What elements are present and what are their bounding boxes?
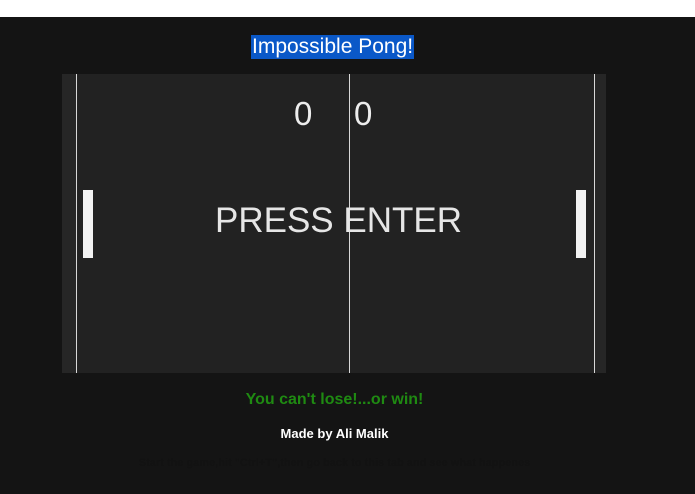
tagline: You can't lose!...or win! xyxy=(245,391,424,408)
author-credit: Made by Ali Malik xyxy=(280,426,389,441)
opponent-score: 0 xyxy=(354,95,373,132)
start-prompt: PRESS ENTER xyxy=(215,201,462,240)
page-title: Impossible Pong! xyxy=(251,35,415,59)
left-paddle xyxy=(83,190,93,258)
game-canvas[interactable]: 0 0 PRESS ENTER xyxy=(62,74,606,373)
player-score: 0 xyxy=(294,95,313,132)
right-paddle xyxy=(576,190,586,258)
page: Impossible Pong! 0 0 PRESS ENTER You can… xyxy=(0,17,695,494)
hint-text: Start the game,hit "Ctrl+T",then go back… xyxy=(138,457,531,469)
